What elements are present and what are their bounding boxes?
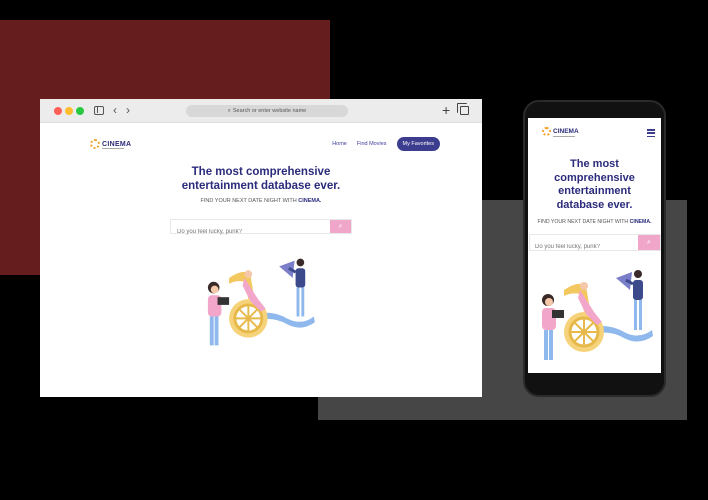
address-placeholder: Search or enter website name: [232, 108, 307, 114]
logo-text: CINEMA: [102, 140, 132, 148]
new-tab-icon[interactable]: +: [442, 101, 450, 119]
maximize-window-button[interactable]: [76, 107, 84, 115]
mobile-title-line-3: entertainment: [558, 185, 631, 197]
mobile-subtitle-brand: CINEMA.: [629, 219, 652, 225]
mobile-hero-title: The most comprehensive entertainment dat…: [528, 158, 661, 212]
hero-title-line-1: The most comprehensive: [191, 166, 331, 178]
mobile-title-line-2: comprehensive: [554, 171, 635, 184]
hamburger-menu-icon[interactable]: [647, 129, 655, 139]
mobile-title-line-4: database ever.: [556, 198, 633, 211]
search-button[interactable]: ⌕: [330, 220, 351, 233]
desktop-browser-window: ‹ › ⌕ Search or enter website name + CINE…: [40, 99, 482, 397]
phone-notch: [565, 102, 625, 112]
search-icon: ⌕: [227, 108, 231, 114]
cinema-illustration: [207, 258, 315, 346]
nav-my-favorites-button[interactable]: My Favorites: [396, 137, 440, 151]
site-nav: Home Find Movies My Favorites: [332, 137, 440, 151]
hero-title-line-2: entertainment database ever.: [181, 180, 341, 192]
mobile-screen: CINEMA The most comprehensive entertainm…: [528, 118, 661, 373]
search-icon: ⌕: [647, 239, 651, 246]
movie-search-bar: ⌕: [170, 219, 352, 239]
nav-find-movies-link[interactable]: Find Movies: [357, 141, 387, 147]
mobile-site-logo[interactable]: CINEMA: [542, 127, 579, 137]
mobile-subtitle-text: FIND YOUR NEXT DATE NIGHT WITH: [537, 219, 629, 225]
mobile-search-input[interactable]: [530, 239, 630, 255]
mobile-search-button[interactable]: ⌕: [638, 235, 660, 250]
forward-arrow-icon[interactable]: ›: [126, 103, 130, 117]
search-icon: ⌕: [338, 223, 343, 230]
film-reel-icon: [90, 139, 100, 149]
address-bar[interactable]: ⌕ Search or enter website name: [186, 105, 348, 117]
mobile-logo-text: CINEMA: [553, 128, 579, 135]
mobile-search-bar: ⌕: [529, 234, 661, 255]
hero-subtitle: FIND YOUR NEXT DATE NIGHT WITH CINEMA.: [40, 198, 482, 204]
sidebar-toggle-icon[interactable]: [94, 106, 104, 115]
site-logo[interactable]: CINEMA: [90, 139, 131, 149]
mobile-cinema-illustration: [542, 270, 653, 360]
hero-title: The most comprehensive entertainment dat…: [40, 165, 482, 193]
minimize-window-button[interactable]: [65, 107, 73, 115]
mobile-phone-frame: CINEMA The most comprehensive entertainm…: [523, 100, 666, 397]
logo-tagline: [102, 148, 124, 149]
hero-subtitle-brand: CINEMA.: [298, 198, 322, 204]
mobile-hero-subtitle: FIND YOUR NEXT DATE NIGHT WITH CINEMA.: [528, 219, 661, 225]
mobile-logo-tagline: [553, 136, 575, 137]
tabs-overview-icon[interactable]: [457, 103, 469, 115]
close-window-button[interactable]: [54, 107, 62, 115]
browser-toolbar: ‹ › ⌕ Search or enter website name +: [40, 99, 482, 123]
movie-search-input[interactable]: [171, 225, 331, 239]
nav-home-link[interactable]: Home: [332, 141, 347, 147]
back-arrow-icon[interactable]: ‹: [113, 103, 117, 117]
hero-subtitle-text: FIND YOUR NEXT DATE NIGHT WITH: [200, 198, 297, 204]
mobile-title-line-1: The most: [570, 158, 619, 170]
film-reel-icon: [542, 127, 551, 136]
